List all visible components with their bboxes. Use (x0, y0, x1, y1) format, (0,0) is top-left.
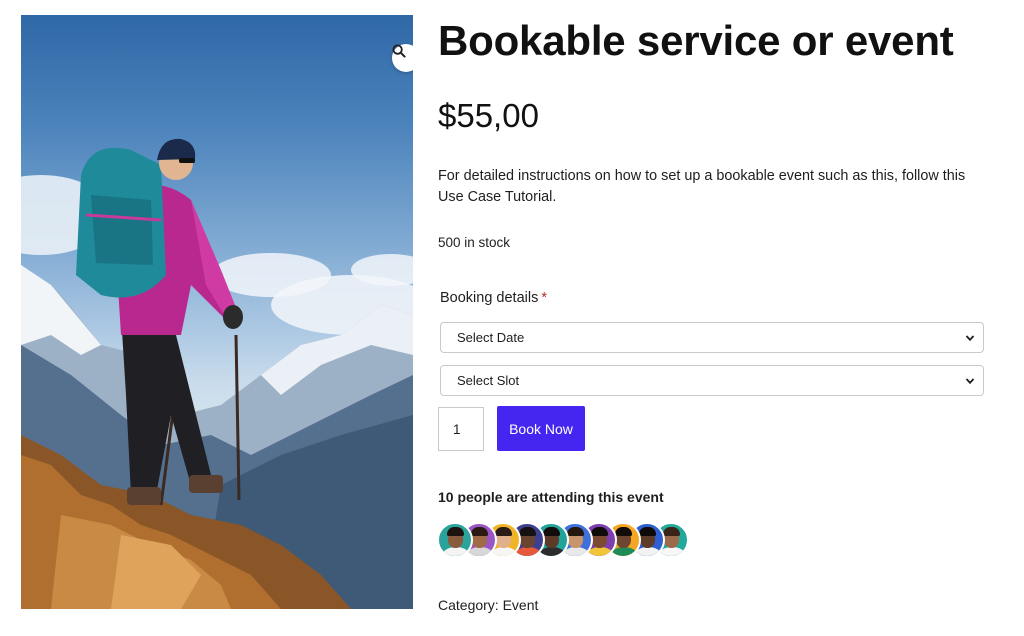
product-description: For detailed instructions on how to set … (438, 168, 966, 205)
chevron-down-icon (965, 335, 975, 342)
category-label: Category: (438, 597, 499, 613)
booking-details-label: Booking details * (440, 290, 547, 306)
select-slot-dropdown[interactable]: Select Slot (440, 365, 984, 396)
booking-details-text: Booking details (440, 290, 539, 306)
avatar (437, 522, 473, 558)
required-asterisk: * (541, 290, 547, 306)
attendees-heading: 10 people are attending this event (438, 489, 664, 505)
book-now-button[interactable]: Book Now (497, 406, 585, 451)
attendee-avatars (437, 522, 697, 558)
category-link[interactable]: Event (503, 597, 539, 613)
quantity-value: 1 (453, 421, 461, 437)
select-date-dropdown[interactable]: Select Date (440, 322, 984, 353)
quantity-input[interactable]: 1 (438, 407, 484, 451)
product-category: Category: Event (438, 597, 538, 613)
chevron-down-icon (965, 378, 975, 385)
product-price: $55,00 (438, 97, 539, 134)
product-title: Bookable service or event (438, 17, 954, 64)
zoom-magnifier-icon (392, 44, 406, 58)
zoom-button[interactable] (392, 44, 413, 72)
stock-status: 500 in stock (438, 235, 511, 250)
select-date-value: Select Date (457, 330, 525, 345)
select-slot-value: Select Slot (457, 373, 520, 388)
product-image[interactable] (21, 15, 413, 609)
hiker-photo-illustration (21, 138, 413, 609)
